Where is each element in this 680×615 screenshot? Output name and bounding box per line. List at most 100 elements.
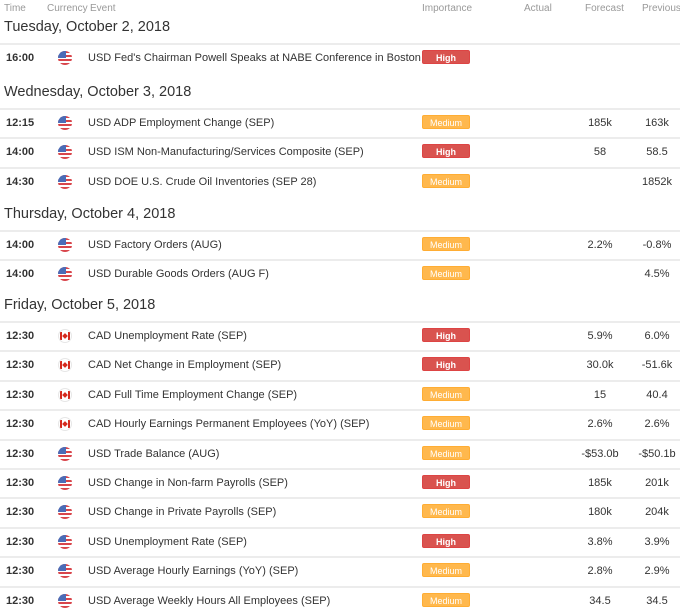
column-header-row: Time Currency Event Importance Actual Fo… (0, 0, 680, 18)
maple-leaf-icon (62, 391, 68, 398)
ca-flag-icon (58, 417, 72, 432)
event-row[interactable]: 12:30 CAD Unemployment Rate (SEP) High 5.9%… (0, 321, 680, 350)
event-name[interactable]: USD Change in Private Payrolls (SEP) (88, 506, 276, 518)
event-row[interactable]: 12:30 CAD Hourly Earnings Permanent Emplo… (0, 409, 680, 438)
day-heading: Wednesday, October 3, 2018 (4, 84, 192, 100)
event-row[interactable]: 12:30 CAD Full Time Employment Change (SE… (0, 379, 680, 409)
previous-value: 204k (645, 506, 669, 519)
previous-value: 6.0% (644, 330, 670, 342)
maple-leaf-icon (62, 421, 68, 428)
day-heading: Thursday, October 4, 2018 (4, 206, 176, 222)
event-row[interactable]: 14:30 USD DOE U.S. Crude Oil Inventories … (0, 166, 680, 196)
event-time: 12:30 (6, 594, 35, 607)
event-time: 12:30 (6, 418, 35, 431)
importance-badge: High (422, 475, 470, 489)
importance-badge: Medium (422, 115, 470, 129)
event-time: 12:15 (6, 117, 35, 129)
forecast-value: 185k (588, 117, 612, 129)
header-currency: Currency (47, 3, 88, 14)
event-row[interactable]: 12:30 USD Unemployment Rate (SEP) High 3.8%… (0, 526, 680, 556)
us-flag-icon (58, 145, 72, 160)
us-flag-icon (58, 476, 72, 490)
event-time: 12:30 (6, 565, 35, 578)
importance-badge: Medium (422, 237, 470, 251)
event-time: 12:30 (6, 388, 35, 401)
previous-value: 163k (645, 117, 669, 129)
event-time: 16:00 (6, 52, 35, 64)
previous-value: -51.6k (641, 359, 673, 372)
forecast-value: -$53.0b (581, 447, 619, 460)
event-name[interactable]: CAD Unemployment Rate (SEP) (88, 330, 247, 342)
event-name[interactable]: USD Fed's Chairman Powell Speaks at NABE… (88, 52, 421, 64)
ca-flag-icon (58, 387, 72, 402)
event-name[interactable]: CAD Full Time Employment Change (SEP) (88, 389, 297, 401)
event-name[interactable]: USD Durable Goods Orders (AUG F) (88, 268, 269, 280)
event-time: 12:30 (6, 477, 35, 489)
event-name[interactable]: CAD Net Change in Employment (SEP) (88, 359, 281, 371)
event-row[interactable]: 12:30 USD Average Hourly Earnings (YoY) (… (0, 556, 680, 585)
us-flag-icon (58, 505, 72, 520)
event-row[interactable]: 14:00 USD Durable Goods Orders (AUG F) Med… (0, 259, 680, 288)
previous-value: 3.9% (644, 535, 670, 548)
event-row[interactable]: 12:30 USD Change in Non-farm Payrolls (SE… (0, 468, 680, 497)
day-heading: Tuesday, October 2, 2018 (4, 19, 171, 35)
importance-badge: Medium (422, 266, 470, 281)
us-flag-icon (58, 564, 72, 579)
us-flag-icon (58, 238, 72, 252)
event-name[interactable]: USD Factory Orders (AUG) (88, 239, 222, 251)
event-row[interactable]: 12:15 USD ADP Employment Change (SEP) Medi… (0, 108, 680, 137)
forecast-value: 58 (593, 146, 607, 159)
forecast-value: 3.8% (587, 535, 613, 548)
importance-badge: Medium (422, 504, 470, 519)
previous-value: 40.4 (646, 388, 668, 401)
event-row[interactable]: 14:00 USD Factory Orders (AUG) Medium 2.2% -… (0, 230, 680, 259)
importance-badge: Medium (422, 416, 470, 431)
event-name[interactable]: USD ISM Non-Manufacturing/Services Compo… (88, 146, 364, 158)
event-row[interactable]: 12:30 USD Trade Balance (AUG) Medium -$53.0… (0, 438, 680, 468)
previous-value: 2.6% (644, 418, 670, 431)
ca-flag-icon (58, 358, 72, 373)
importance-badge: High (422, 50, 470, 64)
event-time: 14:00 (6, 146, 35, 159)
header-event: Event (90, 3, 116, 14)
event-name[interactable]: USD Unemployment Rate (SEP) (88, 536, 247, 548)
header-actual: Actual (524, 3, 552, 14)
previous-value: 201k (645, 477, 669, 489)
maple-leaf-icon (62, 362, 68, 369)
event-row[interactable]: 16:00 USD Fed's Chairman Powell Speaks at… (0, 43, 680, 72)
event-time: 12:30 (6, 506, 35, 519)
event-row[interactable]: 14:00 USD ISM Non-Manufacturing/Services … (0, 137, 680, 166)
forecast-value: 15 (593, 388, 607, 401)
us-flag-icon (58, 174, 72, 189)
header-previous: Previous (642, 3, 680, 14)
event-name[interactable]: USD ADP Employment Change (SEP) (88, 117, 274, 129)
previous-value: 58.5 (646, 146, 668, 159)
forecast-value: 2.2% (587, 239, 613, 251)
forecast-value: 2.6% (587, 418, 613, 431)
event-row[interactable]: 12:30 CAD Net Change in Employment (SEP) H… (0, 350, 680, 379)
event-name[interactable]: USD Change in Non-farm Payrolls (SEP) (88, 477, 288, 489)
event-name[interactable]: USD DOE U.S. Crude Oil Inventories (SEP … (88, 176, 316, 188)
importance-badge: High (422, 328, 470, 342)
event-time: 12:30 (6, 330, 35, 342)
previous-value: 1852k (642, 175, 672, 188)
us-flag-icon (58, 446, 72, 461)
event-name[interactable]: CAD Hourly Earnings Permanent Employees … (88, 418, 369, 430)
us-flag-icon (58, 116, 72, 130)
event-name[interactable]: USD Trade Balance (AUG) (88, 448, 219, 460)
forecast-value: 185k (588, 477, 612, 489)
header-time: Time (4, 3, 26, 14)
previous-value: -0.8% (642, 239, 672, 251)
us-flag-icon (58, 267, 72, 282)
importance-badge: Medium (422, 173, 470, 188)
header-importance: Importance (422, 3, 473, 14)
forecast-value: 2.8% (587, 565, 613, 578)
event-name[interactable]: USD Average Hourly Earnings (YoY) (SEP) (88, 565, 298, 577)
importance-badge: Medium (422, 563, 470, 578)
event-row[interactable]: 12:30 USD Change in Private Payrolls (SEP… (0, 497, 680, 526)
header-forecast: Forecast (585, 3, 624, 14)
event-name[interactable]: USD Average Weekly Hours All Employees (… (88, 595, 330, 607)
event-time: 12:30 (6, 359, 35, 372)
event-row[interactable]: 12:30 USD Average Weekly Hours All Employ… (0, 585, 680, 615)
event-time: 14:00 (6, 239, 35, 251)
